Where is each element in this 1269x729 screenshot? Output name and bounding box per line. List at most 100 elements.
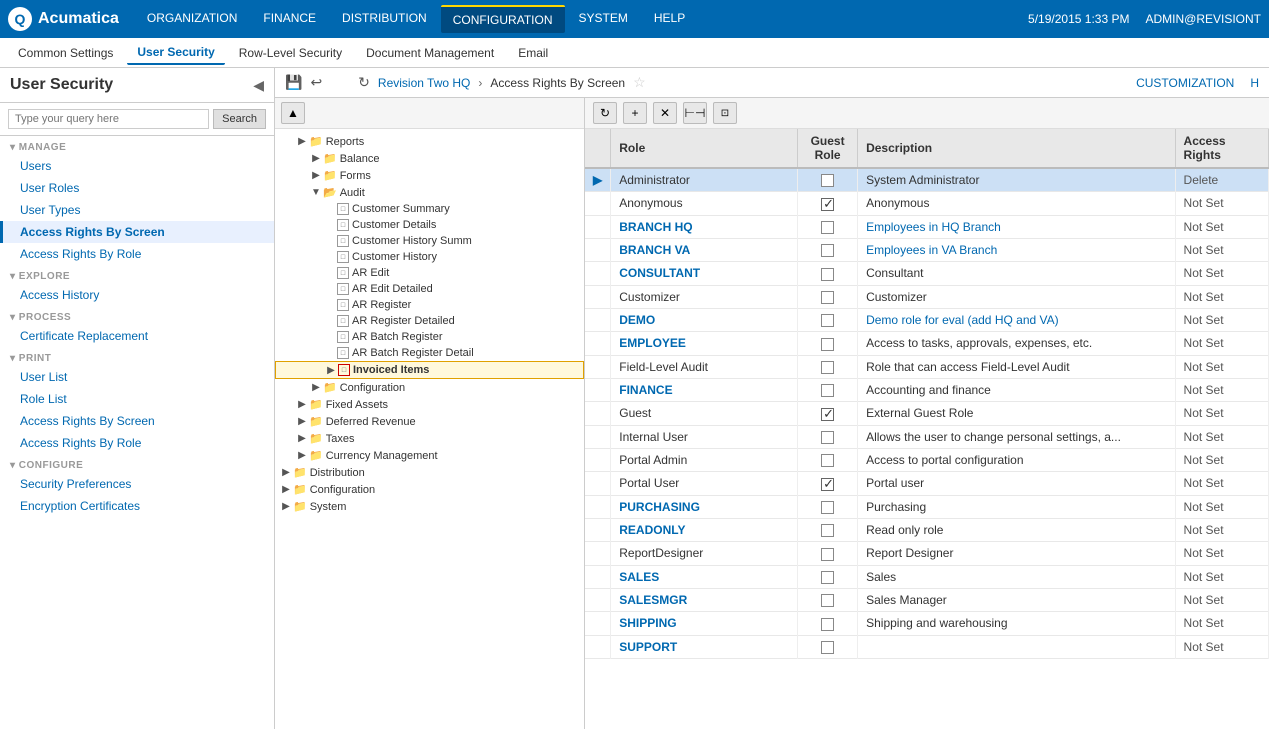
sidebar-item-role-list[interactable]: Role List [0, 388, 274, 410]
toolbar-fullscreen-btn[interactable]: ⊡ [713, 102, 737, 124]
role-cell[interactable]: Customizer [611, 285, 798, 308]
expand-balance[interactable]: ▶ [309, 153, 323, 164]
table-row[interactable]: FINANCE Accounting and finance Not Set [585, 378, 1269, 401]
col-description[interactable]: Description [858, 129, 1175, 168]
role-cell[interactable]: FINANCE [611, 378, 798, 401]
sidebar-item-certificate-replacement[interactable]: Certificate Replacement [0, 325, 274, 347]
customization-link[interactable]: CUSTOMIZATION [1136, 76, 1234, 90]
expand-configuration[interactable]: ▶ [309, 382, 323, 393]
role-cell[interactable]: SHIPPING [611, 612, 798, 635]
tree-item-customer-history-summ[interactable]: □ Customer History Summ [275, 233, 584, 249]
tree-item-taxes[interactable]: ▶ 📁 Taxes [275, 430, 584, 447]
role-cell[interactable]: SALESMGR [611, 588, 798, 611]
toolbar-delete-btn[interactable]: ✕ [653, 102, 677, 124]
tree-item-ar-register[interactable]: □ AR Register [275, 297, 584, 313]
col-role[interactable]: Role [611, 129, 798, 168]
table-row[interactable]: Field-Level Audit Role that can access F… [585, 355, 1269, 378]
role-cell[interactable]: SALES [611, 565, 798, 588]
breadcrumb-company[interactable]: Revision Two HQ [378, 76, 470, 90]
table-row[interactable]: EMPLOYEE Access to tasks, approvals, exp… [585, 332, 1269, 355]
sub-nav-document-management[interactable]: Document Management [356, 42, 504, 64]
sidebar-item-print-access-by-screen[interactable]: Access Rights By Screen [0, 410, 274, 432]
table-row[interactable]: SHIPPING Shipping and warehousing Not Se… [585, 612, 1269, 635]
table-row[interactable]: ▶ Administrator System Administrator Del… [585, 168, 1269, 192]
expand-audit[interactable]: ▼ [309, 187, 323, 198]
search-input[interactable] [8, 109, 209, 129]
save-icon[interactable]: 💾 [285, 74, 302, 91]
role-cell[interactable]: READONLY [611, 518, 798, 541]
nav-item-finance[interactable]: FINANCE [251, 5, 328, 33]
guest-role-cell[interactable] [798, 168, 858, 192]
tree-item-ar-edit-detailed[interactable]: □ AR Edit Detailed [275, 281, 584, 297]
col-guest-role[interactable]: GuestRole [798, 129, 858, 168]
table-row[interactable]: Portal Admin Access to portal configurat… [585, 448, 1269, 471]
guest-role-cell[interactable] [798, 635, 858, 658]
table-row[interactable]: Guest ✓ External Guest Role Not Set [585, 402, 1269, 425]
tree-item-invoiced-items[interactable]: ▶ □ Invoiced Items ➜ [275, 361, 584, 379]
role-cell[interactable]: Portal User [611, 472, 798, 495]
sidebar-collapse-icon[interactable]: ◀ [253, 77, 264, 94]
sidebar-item-access-history[interactable]: Access History [0, 284, 274, 306]
guest-role-cell[interactable] [798, 495, 858, 518]
sub-nav-user-security[interactable]: User Security [127, 41, 224, 65]
tree-item-reports[interactable]: ▶ 📁 Reports [275, 133, 584, 150]
nav-item-organization[interactable]: ORGANIZATION [135, 5, 249, 33]
sidebar-item-access-rights-by-screen[interactable]: Access Rights By Screen [0, 221, 274, 243]
expand-currency[interactable]: ▶ [295, 450, 309, 461]
tree-item-distribution[interactable]: ▶ 📁 Distribution [275, 464, 584, 481]
table-row[interactable]: BRANCH VA Employees in VA Branch Not Set [585, 238, 1269, 261]
toolbar-refresh-btn[interactable]: ↻ [593, 102, 617, 124]
table-row[interactable]: Anonymous ✓ Anonymous Not Set [585, 192, 1269, 215]
sidebar-item-user-roles[interactable]: User Roles [0, 177, 274, 199]
expand-deferred-revenue[interactable]: ▶ [295, 416, 309, 427]
expand-configuration-root[interactable]: ▶ [279, 484, 293, 495]
guest-role-cell[interactable] [798, 332, 858, 355]
table-row[interactable]: Customizer Customizer Not Set [585, 285, 1269, 308]
tree-item-customer-history[interactable]: □ Customer History [275, 249, 584, 265]
table-row[interactable]: SUPPORT Not Set [585, 635, 1269, 658]
expand-fixed-assets[interactable]: ▶ [295, 399, 309, 410]
role-cell[interactable]: Guest [611, 402, 798, 425]
table-row[interactable]: PURCHASING Purchasing Not Set [585, 495, 1269, 518]
table-row[interactable]: READONLY Read only role Not Set [585, 518, 1269, 541]
guest-role-cell[interactable] [798, 238, 858, 261]
guest-role-cell[interactable] [798, 518, 858, 541]
tree-item-ar-batch-register-detail[interactable]: □ AR Batch Register Detail [275, 345, 584, 361]
sidebar-item-access-rights-by-role[interactable]: Access Rights By Role [0, 243, 274, 265]
expand-taxes[interactable]: ▶ [295, 433, 309, 444]
guest-role-cell[interactable] [798, 378, 858, 401]
role-cell[interactable]: PURCHASING [611, 495, 798, 518]
nav-item-distribution[interactable]: DISTRIBUTION [330, 5, 439, 33]
tree-item-audit[interactable]: ▼ 📂 Audit [275, 184, 584, 201]
expand-forms[interactable]: ▶ [309, 170, 323, 181]
role-cell[interactable]: BRANCH VA [611, 238, 798, 261]
tree-item-configuration[interactable]: ▶ 📁 Configuration [275, 379, 584, 396]
tree-item-ar-edit[interactable]: □ AR Edit [275, 265, 584, 281]
tree-item-fixed-assets[interactable]: ▶ 📁 Fixed Assets [275, 396, 584, 413]
expand-distribution[interactable]: ▶ [279, 467, 293, 478]
role-cell[interactable]: Internal User [611, 425, 798, 448]
refresh-icon[interactable]: ↻ [358, 74, 370, 91]
table-row[interactable]: Internal User Allows the user to change … [585, 425, 1269, 448]
favorite-icon[interactable]: ☆ [633, 74, 646, 91]
role-cell[interactable]: Administrator [611, 168, 798, 192]
col-access-rights[interactable]: AccessRights [1175, 129, 1268, 168]
tree-item-system[interactable]: ▶ 📁 System [275, 498, 584, 515]
tree-item-deferred-revenue[interactable]: ▶ 📁 Deferred Revenue [275, 413, 584, 430]
guest-role-cell[interactable] [798, 308, 858, 331]
undo-icon[interactable]: ↩ [310, 74, 322, 91]
guest-role-cell[interactable] [798, 355, 858, 378]
tree-item-customer-details[interactable]: □ Customer Details [275, 217, 584, 233]
table-row[interactable]: CONSULTANT Consultant Not Set [585, 262, 1269, 285]
role-cell[interactable]: Anonymous [611, 192, 798, 215]
tree-item-customer-summary[interactable]: □ Customer Summary [275, 201, 584, 217]
table-row[interactable]: SALES Sales Not Set [585, 565, 1269, 588]
guest-role-cell[interactable] [798, 215, 858, 238]
table-row[interactable]: BRANCH HQ Employees in HQ Branch Not Set [585, 215, 1269, 238]
sidebar-item-user-list[interactable]: User List [0, 366, 274, 388]
guest-role-cell[interactable] [798, 588, 858, 611]
tree-item-forms[interactable]: ▶ 📁 Forms [275, 167, 584, 184]
nav-item-configuration[interactable]: CONFIGURATION [441, 5, 565, 33]
expand-invoiced[interactable]: ▶ [324, 365, 338, 376]
guest-role-cell[interactable] [798, 425, 858, 448]
